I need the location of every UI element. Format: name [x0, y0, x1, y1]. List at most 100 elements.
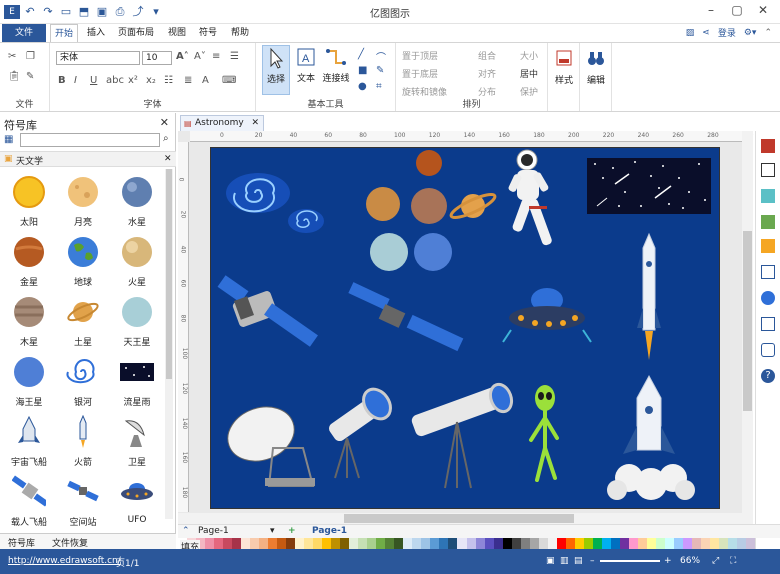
comment-icon[interactable] [761, 343, 775, 357]
color-swatch[interactable] [466, 538, 476, 549]
color-swatch[interactable] [250, 538, 260, 549]
group-item[interactable]: 组合 [478, 49, 496, 62]
search-icon[interactable]: ⌕ [163, 133, 169, 144]
color-swatch[interactable] [340, 538, 350, 549]
color-swatch[interactable] [331, 538, 341, 549]
space-station-shape[interactable] [348, 282, 464, 352]
bullets-icon[interactable]: ☷ [164, 75, 173, 86]
astronaut-shape[interactable] [508, 149, 553, 246]
library-close-icon[interactable]: ✕ [160, 116, 169, 129]
line-style-icon[interactable] [761, 163, 775, 177]
symbol-earth[interactable]: 地球 [58, 235, 108, 295]
satellite-dish-shape[interactable] [220, 398, 315, 487]
color-swatch[interactable] [394, 538, 404, 549]
superscript-icon[interactable]: x² [128, 75, 138, 86]
symbol-mars[interactable]: 火星 [112, 235, 162, 295]
website-link[interactable]: http://www.edrawsoft.cn/ [8, 556, 121, 566]
share-icon[interactable]: ⋖ [702, 28, 710, 38]
symbol-uranus[interactable]: 天王星 [112, 295, 162, 355]
italic-icon[interactable]: I [74, 75, 77, 86]
page-select[interactable]: Page-1 [198, 526, 229, 536]
color-swatch[interactable] [493, 538, 503, 549]
color-swatch[interactable] [709, 538, 719, 549]
format-paint-icon[interactable] [761, 139, 775, 153]
minimize-icon[interactable]: – [698, 3, 724, 17]
image-icon[interactable] [761, 215, 775, 229]
color-swatch[interactable] [421, 538, 431, 549]
crop-icon[interactable]: ⌗ [376, 81, 382, 92]
paste-icon[interactable]: 📋︎ [8, 71, 21, 82]
tab-page-layout[interactable]: 页面布局 [114, 24, 158, 42]
color-swatch[interactable] [277, 538, 287, 549]
library-search-input[interactable] [20, 133, 160, 147]
bold-icon[interactable]: B [58, 75, 66, 86]
strikethrough-icon[interactable]: abc [106, 75, 124, 86]
telescope-large-shape[interactable] [410, 381, 515, 489]
tab-help[interactable]: 帮助 [227, 24, 253, 42]
color-swatch[interactable] [259, 538, 269, 549]
pen-icon[interactable]: ✎ [376, 65, 384, 76]
page-tab[interactable]: Page-1 [312, 526, 347, 536]
file-menu[interactable]: 文件 [2, 24, 46, 42]
collapse-ribbon-icon[interactable]: ⌃ [764, 28, 772, 38]
color-swatch[interactable] [358, 538, 368, 549]
color-swatch[interactable] [502, 538, 512, 549]
color-palette[interactable] [178, 538, 755, 549]
symbol-ufo[interactable]: UFO [112, 475, 162, 535]
library-grid-icon[interactable]: ▦ [4, 134, 13, 145]
vertical-scrollbar[interactable] [742, 131, 753, 513]
vertical-scroll-thumb[interactable] [743, 231, 752, 411]
image-icon[interactable]: ▨ [686, 28, 695, 38]
color-swatch[interactable] [439, 538, 449, 549]
color-swatch[interactable] [556, 538, 566, 549]
curve-icon[interactable]: ⌒ [376, 49, 386, 64]
symbol-manned-spacecraft[interactable]: 载人飞船 [4, 475, 54, 535]
color-swatch[interactable] [538, 538, 548, 549]
settings-icon[interactable]: ⚙▾ [744, 28, 757, 38]
symbol-saturn[interactable]: 土星 [58, 295, 108, 355]
symbol-satellite[interactable]: 卫星 [112, 415, 162, 475]
color-swatch[interactable] [547, 538, 557, 549]
color-swatch[interactable] [520, 538, 530, 549]
page-icon[interactable] [761, 265, 775, 279]
symbol-neptune[interactable]: 海王星 [4, 355, 54, 415]
tab-home[interactable]: 开始 [50, 24, 78, 42]
planets-shape[interactable] [366, 150, 497, 271]
symbol-meteor-shower[interactable]: 流星雨 [112, 355, 162, 415]
alien-shape[interactable] [529, 385, 559, 482]
symbol-galaxy[interactable]: 银河 [58, 355, 108, 415]
text-button[interactable]: A 文本 [292, 45, 320, 95]
size-item[interactable]: 大小 [520, 49, 538, 62]
tab-library[interactable]: 符号库 [8, 536, 35, 549]
connector-button[interactable]: 连接线 [320, 45, 352, 95]
color-swatch[interactable] [601, 538, 611, 549]
drawing-page[interactable] [210, 147, 720, 509]
color-swatch[interactable] [619, 538, 629, 549]
highlight-icon[interactable]: ⌨ [222, 75, 236, 86]
font-name-select[interactable]: 宋体 [56, 51, 140, 65]
spaceship-shape[interactable] [607, 374, 695, 500]
color-swatch[interactable] [610, 538, 620, 549]
ufo-shape[interactable] [502, 288, 592, 343]
color-swatch[interactable] [205, 538, 215, 549]
color-swatch[interactable] [745, 538, 755, 549]
style-button[interactable]: 样式 [550, 47, 578, 86]
color-swatch[interactable] [232, 538, 242, 549]
color-swatch[interactable] [574, 538, 584, 549]
layers-icon[interactable] [761, 239, 775, 253]
fit-window-icon[interactable]: ⤢ [712, 556, 719, 566]
color-swatch[interactable] [583, 538, 593, 549]
page-up-icon[interactable]: ⌃ [182, 526, 190, 536]
center-item[interactable]: 居中 [520, 67, 538, 80]
color-swatch[interactable] [655, 538, 665, 549]
color-swatch[interactable] [223, 538, 233, 549]
shrink-font-icon[interactable]: A˅ [194, 51, 206, 62]
page-dropdown-icon[interactable]: ▾ [270, 526, 275, 536]
color-swatch[interactable] [646, 538, 656, 549]
color-swatch[interactable] [529, 538, 539, 549]
send-to-back[interactable]: 置于底层 [402, 67, 438, 80]
tab-symbols[interactable]: 符号 [195, 24, 221, 42]
underline-icon[interactable]: U [90, 75, 97, 86]
color-swatch[interactable] [457, 538, 467, 549]
library-scroll-thumb[interactable] [166, 169, 172, 379]
